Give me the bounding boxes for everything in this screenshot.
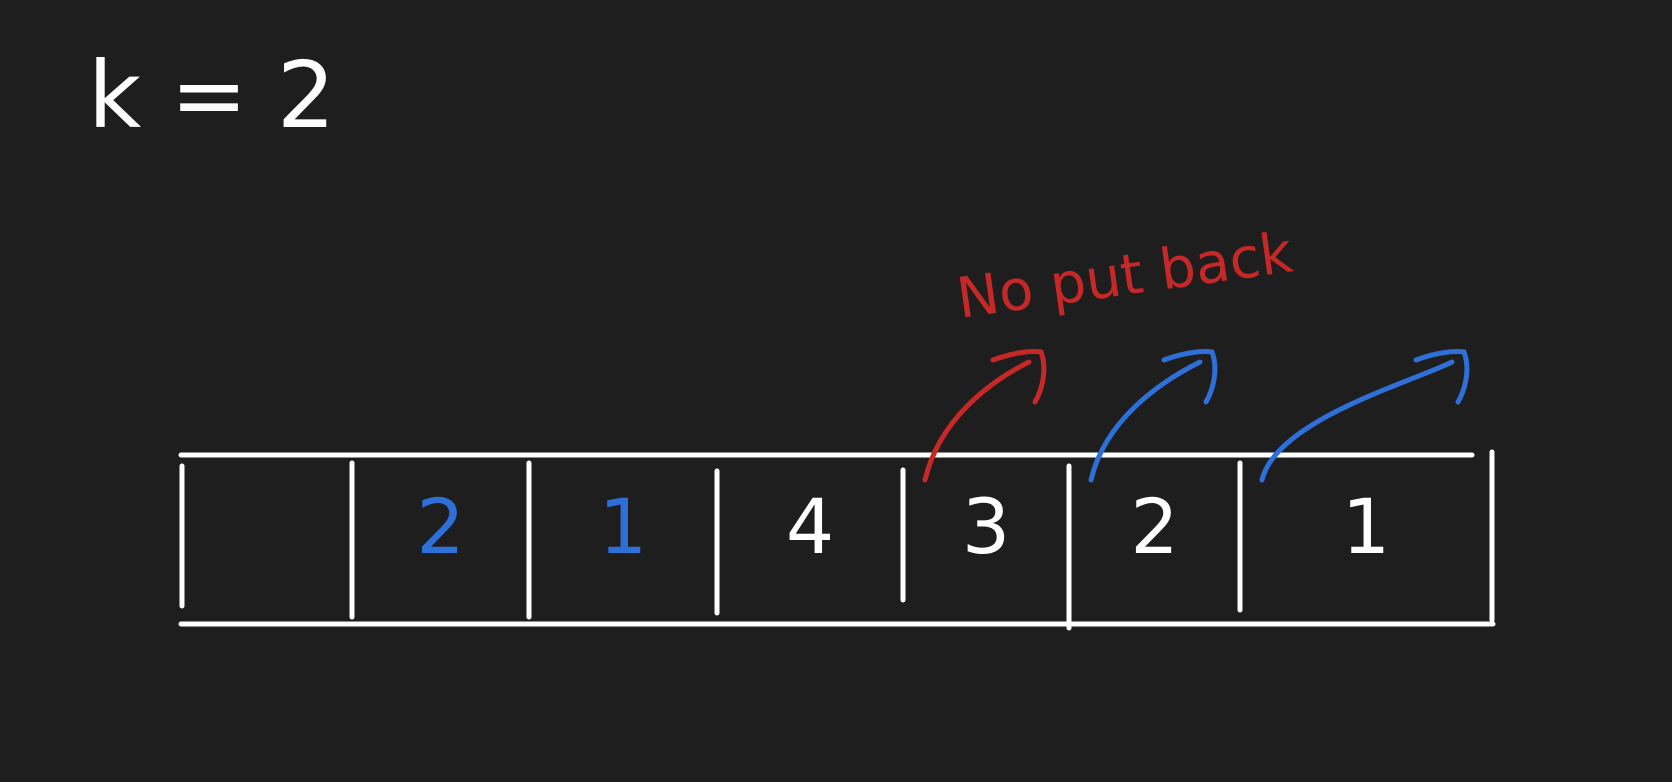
array-cell-value: 3 [962,482,1010,571]
diagram-canvas: k = 2 No put back 214321 [0,0,1672,782]
array-cell-value: 2 [1130,482,1178,571]
array-cell-value: 4 [786,482,834,571]
array-cell-value: 2 [416,482,464,571]
array-cell-value: 1 [1342,482,1390,571]
array-cell-value: 1 [599,482,647,571]
k-equals-label: k = 2 [88,42,335,149]
